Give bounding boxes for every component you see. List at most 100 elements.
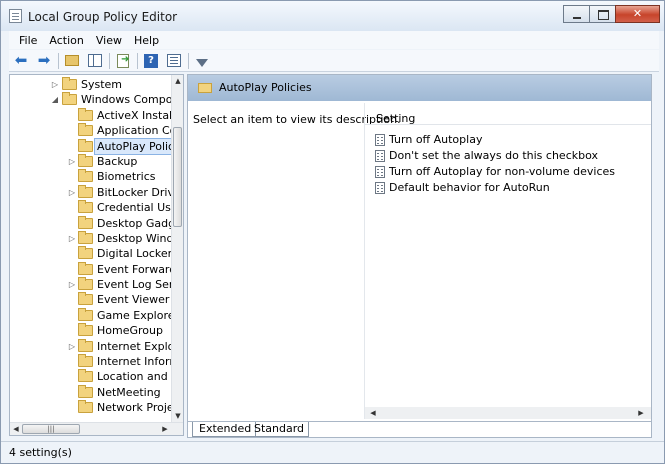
expand-collapse-icon[interactable]: ▷ [67, 231, 77, 246]
toolbar-separator [58, 52, 59, 69]
tab-extended[interactable]: Extended [192, 422, 257, 437]
menu-help[interactable]: Help [128, 34, 165, 47]
expand-collapse-icon[interactable]: ▷ [50, 77, 60, 92]
tree-item[interactable]: Biometrics [10, 169, 172, 184]
export-list-button[interactable] [114, 52, 132, 70]
folder-icon [78, 184, 93, 198]
up-level-button[interactable] [63, 52, 81, 70]
folder-icon [62, 92, 77, 106]
tree-item[interactable]: Application Cor [10, 123, 181, 138]
setting-label: Turn off Autoplay for non-volume devices [389, 165, 616, 178]
show-hide-tree-button[interactable] [86, 52, 104, 70]
tree-item[interactable]: ▷ Desktop Windov [10, 230, 183, 246]
tree-item[interactable]: ▷ System [10, 77, 172, 92]
setting-label: Don't set the always do this checkbox [389, 149, 598, 162]
minimize-button[interactable] [563, 5, 590, 23]
tree-item[interactable]: Credential User I [10, 200, 183, 215]
tree-horizontal-scrollbar[interactable]: ◀ ||| ▶ [10, 422, 183, 435]
folder-icon [78, 369, 93, 383]
tree-vertical-scrollbar[interactable]: ▲ ▼ [171, 75, 183, 422]
back-button[interactable]: ⬅ [12, 52, 30, 70]
forward-button[interactable]: ➡ [35, 52, 53, 70]
properties-button[interactable] [165, 52, 183, 70]
scroll-thumb[interactable] [173, 127, 182, 227]
tree-item[interactable]: Desktop Gadget [10, 215, 183, 231]
policy-setting-icon [375, 166, 385, 178]
scroll-left-icon[interactable]: ◀ [367, 407, 379, 419]
scroll-left-icon[interactable]: ◀ [10, 423, 22, 435]
tree-item-label: HomeGroup [97, 324, 163, 338]
menu-bar: File Action View Help [9, 31, 659, 49]
tree-item[interactable]: Location and Se [10, 369, 183, 384]
folder-icon [198, 83, 212, 93]
details-title: AutoPlay Policies [219, 81, 312, 94]
folder-icon [78, 107, 93, 121]
help-icon: ? [144, 53, 158, 68]
tree-item[interactable]: ▷ BitLocker Drive I [10, 184, 183, 200]
tree-item[interactable]: Event Forwardin [10, 261, 183, 277]
scroll-right-icon[interactable]: ▶ [159, 423, 171, 435]
tree-item-label: Windows Compone [81, 93, 184, 107]
folder-icon [78, 400, 93, 414]
tree-item[interactable]: HomeGroup [10, 323, 172, 338]
column-header-setting[interactable]: Setting [365, 103, 651, 125]
properties-icon [167, 54, 181, 67]
scroll-right-icon[interactable]: ▶ [635, 407, 647, 419]
expand-collapse-icon[interactable]: ▷ [67, 339, 77, 354]
folder-icon [78, 261, 93, 275]
tree-item-label: Biometrics [97, 170, 156, 184]
setting-label: Turn off Autoplay [389, 133, 483, 146]
tree-item[interactable]: ▷ Backup [10, 153, 172, 169]
details-pane: AutoPlay Policies Select an item to view… [187, 74, 652, 438]
expand-collapse-icon[interactable]: ▷ [67, 185, 77, 200]
window-title: Local Group Policy Editor [28, 10, 178, 24]
status-bar: 4 setting(s) [1, 441, 664, 463]
title-bar[interactable]: Local Group Policy Editor [1, 1, 664, 31]
list-horizontal-scrollbar[interactable]: ◀ ▶ [365, 407, 651, 419]
back-arrow-icon: ⬅ [14, 51, 28, 69]
tree-item[interactable]: Digital Locker [10, 246, 172, 261]
folder-icon [78, 153, 93, 167]
tree-item[interactable]: Internet Informa [10, 354, 183, 369]
tree-item[interactable]: ◢ Windows Compone [10, 92, 183, 107]
tree-list: ▷ System ◢ Windows Compone ActiveX Installer… [10, 77, 183, 416]
filter-icon [196, 58, 208, 67]
tree-item[interactable]: Game Explorer [10, 307, 179, 323]
navigation-tree: ▷ System ◢ Windows Compone ActiveX Installer… [9, 74, 184, 436]
expand-collapse-icon[interactable]: ◢ [50, 92, 60, 107]
folder-icon [78, 384, 93, 398]
toolbar-separator [188, 52, 189, 69]
help-button[interactable]: ? [142, 52, 160, 70]
expand-collapse-icon[interactable]: ▷ [67, 154, 77, 169]
folder-icon [78, 292, 93, 306]
tree-item[interactable]: ActiveX Installer [10, 107, 183, 123]
app-icon [9, 9, 22, 23]
maximize-button[interactable] [589, 5, 616, 23]
toolbar-separator [109, 52, 110, 69]
filter-button[interactable] [193, 52, 211, 70]
forward-arrow-icon: ➡ [37, 51, 51, 69]
tree-item[interactable]: NetMeeting [10, 384, 172, 400]
close-button[interactable] [615, 5, 660, 23]
tree-item[interactable]: Event Viewer [10, 292, 172, 307]
menu-view[interactable]: View [90, 34, 128, 47]
details-header: AutoPlay Policies [188, 75, 651, 101]
scroll-up-icon[interactable]: ▲ [172, 75, 183, 87]
settings-list: Setting Turn off Autoplay Don't set the … [364, 103, 651, 419]
tree-item[interactable]: AutoPlay Policie [10, 137, 183, 155]
menu-action[interactable]: Action [43, 34, 89, 47]
scroll-thumb[interactable]: ||| [22, 424, 80, 434]
tree-item[interactable]: ▷ Event Log Servic [10, 277, 183, 292]
scroll-down-icon[interactable]: ▼ [172, 410, 183, 422]
folder-icon [78, 200, 93, 214]
tree-item[interactable]: ▷ Internet Explorer [10, 338, 183, 354]
folder-icon [78, 123, 93, 137]
expand-collapse-icon[interactable]: ▷ [67, 277, 77, 292]
folder-icon [78, 307, 93, 321]
tree-item[interactable]: Network Project [10, 400, 183, 415]
tree-item-label: Application Cor [97, 124, 181, 138]
menu-file[interactable]: File [13, 34, 43, 47]
tab-standard[interactable]: Standard [248, 422, 310, 437]
folder-icon [78, 138, 93, 152]
folder-icon [78, 277, 93, 291]
